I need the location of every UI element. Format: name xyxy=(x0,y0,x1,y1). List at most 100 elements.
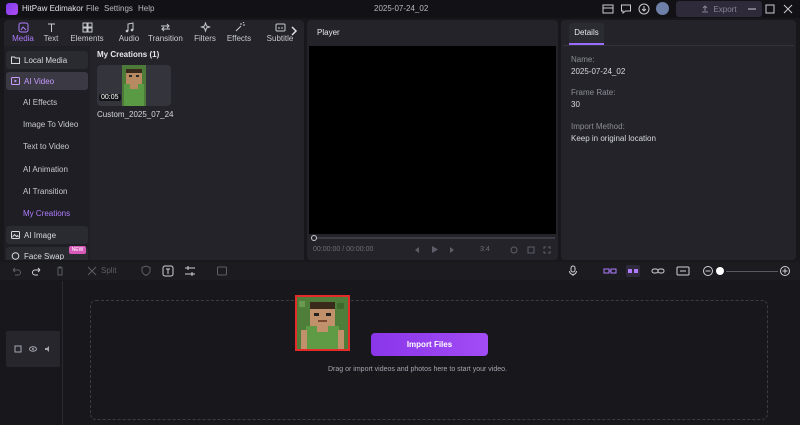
track-header-divider xyxy=(62,281,63,425)
maximize-icon[interactable] xyxy=(764,3,776,15)
playhead-knob[interactable] xyxy=(311,235,317,241)
menu-help[interactable]: Help xyxy=(138,4,154,13)
app-name: HitPaw Edimakor xyxy=(22,4,84,13)
import-files-button[interactable]: Import Files xyxy=(371,333,488,356)
tab-text[interactable]: Text xyxy=(34,20,68,44)
sidebar-item-label: AI Video xyxy=(24,76,55,86)
snapshot-icon[interactable] xyxy=(510,246,518,254)
link-track-icon[interactable] xyxy=(603,265,617,277)
track-mute-icon[interactable] xyxy=(44,345,52,353)
player-title: Player xyxy=(317,28,340,37)
media-sidebar: Local Media AI Video AI Effects Image To… xyxy=(4,46,90,260)
delete-icon[interactable] xyxy=(54,265,66,277)
track-visibility-icon[interactable] xyxy=(29,345,37,353)
tab-effects[interactable]: Effects xyxy=(222,20,256,44)
drop-hint: Drag or import videos and photos here to… xyxy=(328,366,507,373)
details-divider xyxy=(563,45,794,46)
sidebar-item-ai-image[interactable]: AI Image xyxy=(6,226,88,244)
sidebar-item-label: Face Swap xyxy=(24,251,65,261)
magnet-icon[interactable] xyxy=(626,265,640,277)
zoom-out-icon[interactable] xyxy=(702,265,714,277)
undo-icon[interactable] xyxy=(10,265,22,277)
folder-icon xyxy=(11,56,20,64)
sidebar-subitem-image-to-video[interactable]: Image To Video xyxy=(23,120,78,129)
tab-elements[interactable]: Elements xyxy=(70,20,104,44)
menu-settings[interactable]: Settings xyxy=(104,4,133,13)
media-tabs: Media Text Elements Audio Transition Fil… xyxy=(4,20,304,44)
sidebar-subitem-ai-effects[interactable]: AI Effects xyxy=(23,98,57,107)
sidebar-item-ai-video[interactable]: AI Video xyxy=(6,72,88,90)
adjust-icon[interactable] xyxy=(184,265,196,277)
tab-effects-label: Effects xyxy=(226,34,252,43)
frame-rate-label: Frame Rate: xyxy=(571,88,616,97)
new-badge: NEW xyxy=(69,246,86,254)
minimize-icon[interactable] xyxy=(746,3,758,15)
transition-icon xyxy=(160,23,170,32)
menu-file[interactable]: File xyxy=(86,4,99,13)
audio-icon xyxy=(125,22,133,33)
chain-icon[interactable] xyxy=(651,265,665,277)
zoom-in-icon[interactable] xyxy=(779,265,791,277)
clip-name: Custom_2025_07_24 xyxy=(97,110,174,119)
tab-filters[interactable]: Filters xyxy=(188,20,222,44)
close-icon[interactable] xyxy=(782,3,794,15)
import-method-value: Keep in original location xyxy=(571,134,656,143)
face-swap-icon xyxy=(11,252,20,260)
text-icon xyxy=(47,23,55,32)
character-image xyxy=(297,297,348,349)
tab-details[interactable]: Details xyxy=(569,23,604,45)
feedback-icon[interactable] xyxy=(620,3,632,15)
crop-icon[interactable] xyxy=(527,246,535,254)
user-avatar[interactable] xyxy=(656,2,669,15)
download-icon[interactable] xyxy=(638,3,650,15)
project-title: 2025-07-24_02 xyxy=(374,4,429,13)
sidebar-item-label: Local Media xyxy=(24,55,68,65)
tab-audio-label: Audio xyxy=(118,34,140,43)
split-icon[interactable] xyxy=(86,265,98,277)
sidebar-subitem-ai-transition[interactable]: AI Transition xyxy=(23,187,67,196)
ai-image-icon xyxy=(11,231,20,239)
zoom-slider-track[interactable] xyxy=(726,271,778,272)
aspect-ratio[interactable]: 3:4 xyxy=(480,246,490,253)
tab-audio[interactable]: Audio xyxy=(112,20,146,44)
import-method-label: Import Method: xyxy=(571,122,625,131)
elements-icon xyxy=(82,22,92,33)
text-box-icon[interactable] xyxy=(162,265,174,277)
name-value: 2025-07-24_02 xyxy=(571,67,626,76)
redo-icon[interactable] xyxy=(31,265,43,277)
tab-filters-label: Filters xyxy=(194,34,216,43)
track-save-icon[interactable] xyxy=(14,345,22,353)
sidebar-item-label: AI Image xyxy=(24,230,57,240)
current-time: 00:00:00 xyxy=(313,246,341,253)
dragged-media-thumbnail[interactable] xyxy=(295,295,350,351)
drop-zone[interactable] xyxy=(90,300,768,420)
filters-icon xyxy=(199,22,211,33)
shield-icon[interactable] xyxy=(140,265,152,277)
playback-progress[interactable] xyxy=(315,237,555,239)
play-icon[interactable] xyxy=(430,245,439,254)
tab-text-label: Text xyxy=(43,34,59,43)
prev-frame-icon[interactable] xyxy=(413,246,421,254)
sidebar-subitem-my-creations[interactable]: My Creations xyxy=(23,209,70,218)
next-frame-icon[interactable] xyxy=(448,246,456,254)
split-label[interactable]: Split xyxy=(101,266,117,275)
tabs-scroll-right-icon[interactable] xyxy=(290,26,298,36)
fullscreen-icon[interactable] xyxy=(543,246,551,254)
microphone-icon[interactable] xyxy=(567,265,579,277)
playback-time: 00:00:00 / 00:00:00 xyxy=(313,246,373,253)
sidebar-item-local-media[interactable]: Local Media xyxy=(6,51,88,69)
total-time: 00:00:00 xyxy=(346,246,374,253)
time-separator: / xyxy=(342,246,345,253)
effects-icon xyxy=(235,22,245,32)
tab-elements-label: Elements xyxy=(70,34,104,43)
zoom-slider-knob[interactable] xyxy=(716,267,724,275)
layout-icon[interactable] xyxy=(602,3,614,15)
sidebar-subitem-text-to-video[interactable]: Text to Video xyxy=(23,142,69,151)
fit-timeline-icon[interactable] xyxy=(676,265,690,277)
name-label: Name: xyxy=(571,55,595,64)
section-title: My Creations (1) xyxy=(97,50,160,59)
screen-record-icon[interactable] xyxy=(216,265,228,277)
tab-transition[interactable]: Transition xyxy=(148,20,183,44)
ai-video-icon xyxy=(11,77,20,85)
sidebar-subitem-ai-animation[interactable]: AI Animation xyxy=(23,165,68,174)
